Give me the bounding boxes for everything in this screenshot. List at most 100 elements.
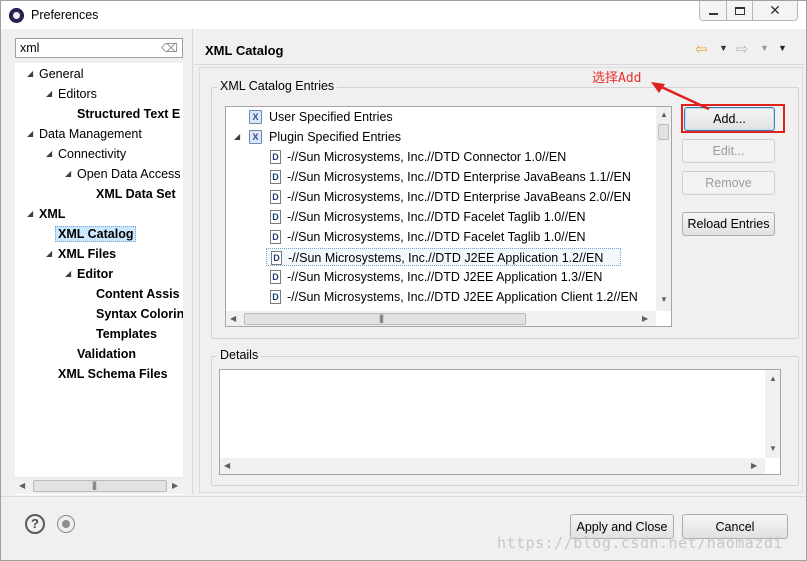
tree-item[interactable]: XML Catalog [55, 225, 137, 243]
tree-item-label: Templates [96, 327, 157, 341]
header-separator [194, 64, 804, 65]
eclipse-app-icon [9, 8, 24, 23]
entry-label: -//Sun Microsystems, Inc.//DTD Enterpris… [287, 190, 631, 204]
scroll-left-icon[interactable]: ◀ [230, 314, 236, 323]
tree-item[interactable]: XML Schema Files [58, 365, 168, 383]
window-title: Preferences [31, 8, 99, 22]
tree-item-label: XML Catalog [55, 226, 137, 242]
scroll-up-icon[interactable]: ▲ [660, 110, 668, 119]
dtd-file-icon: D [270, 290, 281, 304]
scroll-thumb[interactable]: ||| [33, 480, 167, 492]
back-dropdown-icon[interactable]: ▼ [719, 43, 728, 53]
entry-row[interactable]: D -//Sun Microsystems, Inc.//DTD J2EE App… [266, 248, 621, 266]
tree-item-label: Structured Text E [77, 107, 181, 121]
grip-icon: ||| [379, 313, 384, 323]
minimize-button[interactable] [699, 1, 727, 21]
dtd-file-icon: D [271, 251, 282, 265]
details-text-area[interactable]: ▲ ▼ ◀ ▶ [219, 369, 781, 475]
expand-arrow-icon[interactable]: ◢ [27, 205, 33, 223]
dtd-file-icon: D [270, 150, 281, 164]
expand-arrow-icon[interactable]: ◢ [65, 265, 71, 283]
tree-item-label: Connectivity [58, 147, 127, 161]
expand-arrow-icon[interactable]: ◢ [46, 145, 52, 163]
title-bar: Preferences ✕ [1, 1, 806, 29]
dtd-file-icon: D [270, 230, 281, 244]
entry-label: -//Sun Microsystems, Inc.//DTD Facelet T… [287, 230, 586, 244]
filter-input[interactable] [18, 40, 158, 56]
tree-item[interactable]: ◢ General [27, 65, 83, 83]
forward-arrow-icon[interactable]: ⇨ [736, 40, 749, 58]
entry-label: -//Sun Microsystems, Inc.//DTD J2EE Appl… [288, 251, 604, 265]
view-menu-icon[interactable]: ▼ [778, 43, 787, 53]
tree-item[interactable]: Syntax Colorin [96, 305, 183, 323]
dtd-file-icon: D [270, 170, 281, 184]
filter-field[interactable]: ⌫ [15, 38, 183, 58]
clear-filter-icon[interactable]: ⌫ [161, 41, 178, 55]
scroll-up-icon[interactable]: ▲ [769, 374, 777, 383]
tree-item-label: Editors [58, 87, 97, 101]
details-horizontal-scrollbar[interactable]: ◀ ▶ [220, 458, 765, 474]
tree-item[interactable]: ◢ Editor [65, 265, 113, 283]
expand-arrow-icon[interactable]: ◢ [27, 125, 33, 143]
dtd-file-icon: D [270, 210, 281, 224]
maximize-icon [734, 6, 745, 15]
edit-button[interactable]: Edit... [682, 139, 775, 163]
tree-item[interactable]: ◢ Open Data Access [65, 165, 181, 183]
remove-button[interactable]: Remove [682, 171, 775, 195]
entries-vertical-scrollbar[interactable]: ▲ ▼ [656, 107, 671, 311]
tree-item[interactable]: ◢ Editors [46, 85, 97, 103]
preference-tree[interactable]: ◢ General ◢ Editors Structured Text E ◢ Data M… [15, 63, 183, 495]
record-macro-icon[interactable] [57, 515, 75, 533]
help-icon[interactable]: ? [25, 514, 45, 534]
tree-item-label: XML [39, 207, 66, 221]
scroll-down-icon[interactable]: ▼ [660, 295, 668, 304]
entry-label: -//Sun Microsystems, Inc.//DTD Enterpris… [287, 170, 631, 184]
minimize-icon [708, 12, 718, 15]
maximize-button[interactable] [726, 1, 753, 21]
scroll-right-icon[interactable]: ▶ [751, 461, 757, 470]
catalog-entries-label: XML Catalog Entries [217, 79, 338, 93]
tree-item[interactable]: ◢ Connectivity [46, 145, 127, 163]
scroll-left-icon[interactable]: ◀ [224, 461, 230, 470]
tree-item-label: Syntax Colorin [96, 307, 183, 321]
forward-dropdown-icon[interactable]: ▼ [760, 43, 769, 53]
tree-item-label: Validation [77, 347, 137, 361]
tree-item[interactable]: Templates [96, 325, 157, 343]
dtd-file-icon: D [270, 270, 281, 284]
expand-arrow-icon[interactable]: ◢ [65, 165, 71, 183]
watermark-text: https://blog.csdn.net/haomazdi [497, 534, 783, 552]
tree-item[interactable]: ◢ XML [27, 205, 66, 223]
back-arrow-icon[interactable]: ⇦ [695, 40, 708, 58]
tree-item[interactable]: Validation [77, 345, 136, 363]
reload-entries-button[interactable]: Reload Entries [682, 212, 775, 236]
bottom-separator [1, 496, 806, 497]
scroll-right-icon[interactable]: ▶ [642, 314, 648, 323]
annotation-text: 选择Add [592, 71, 642, 86]
details-vertical-scrollbar[interactable]: ▲ ▼ [765, 370, 780, 458]
scroll-down-icon[interactable]: ▼ [769, 444, 777, 453]
scroll-left-icon[interactable]: ◀ [19, 481, 25, 490]
entry-label: Plugin Specified Entries [269, 130, 402, 144]
entries-hscroll-thumb[interactable]: ||| [244, 313, 526, 325]
expand-arrow-icon[interactable]: ◢ [27, 65, 33, 83]
expand-arrow-icon[interactable]: ◢ [46, 85, 52, 103]
dtd-file-icon: D [270, 190, 281, 204]
tree-item[interactable]: ◢ XML Files [46, 245, 116, 263]
tree-item-label: XML Schema Files [58, 367, 168, 381]
catalog-folder-icon: X [249, 130, 262, 144]
entries-vscroll-thumb[interactable] [658, 124, 669, 140]
entries-horizontal-scrollbar[interactable]: ◀ ||| ▶ [226, 311, 656, 326]
expand-arrow-icon[interactable]: ◢ [234, 128, 240, 146]
tree-item[interactable]: Structured Text E [77, 105, 180, 123]
entry-label: -//Sun Microsystems, Inc.//DTD J2EE Appl… [287, 270, 603, 284]
expand-arrow-icon[interactable]: ◢ [46, 245, 52, 263]
annotation-arrow-icon [651, 82, 710, 111]
scroll-right-icon[interactable]: ▶ [172, 481, 178, 490]
catalog-entries-tree[interactable]: X User Specified Entries ◢ X Plugin Specifie… [225, 106, 672, 327]
tree-item[interactable]: XML Data Set [96, 185, 176, 203]
tree-item[interactable]: ◢ Data Management [27, 125, 142, 143]
tree-horizontal-scrollbar[interactable]: ◀ ||| ▶ [15, 477, 183, 494]
close-button[interactable]: ✕ [752, 1, 798, 21]
tree-item[interactable]: Content Assis [96, 285, 180, 303]
pane-splitter[interactable] [192, 29, 193, 494]
